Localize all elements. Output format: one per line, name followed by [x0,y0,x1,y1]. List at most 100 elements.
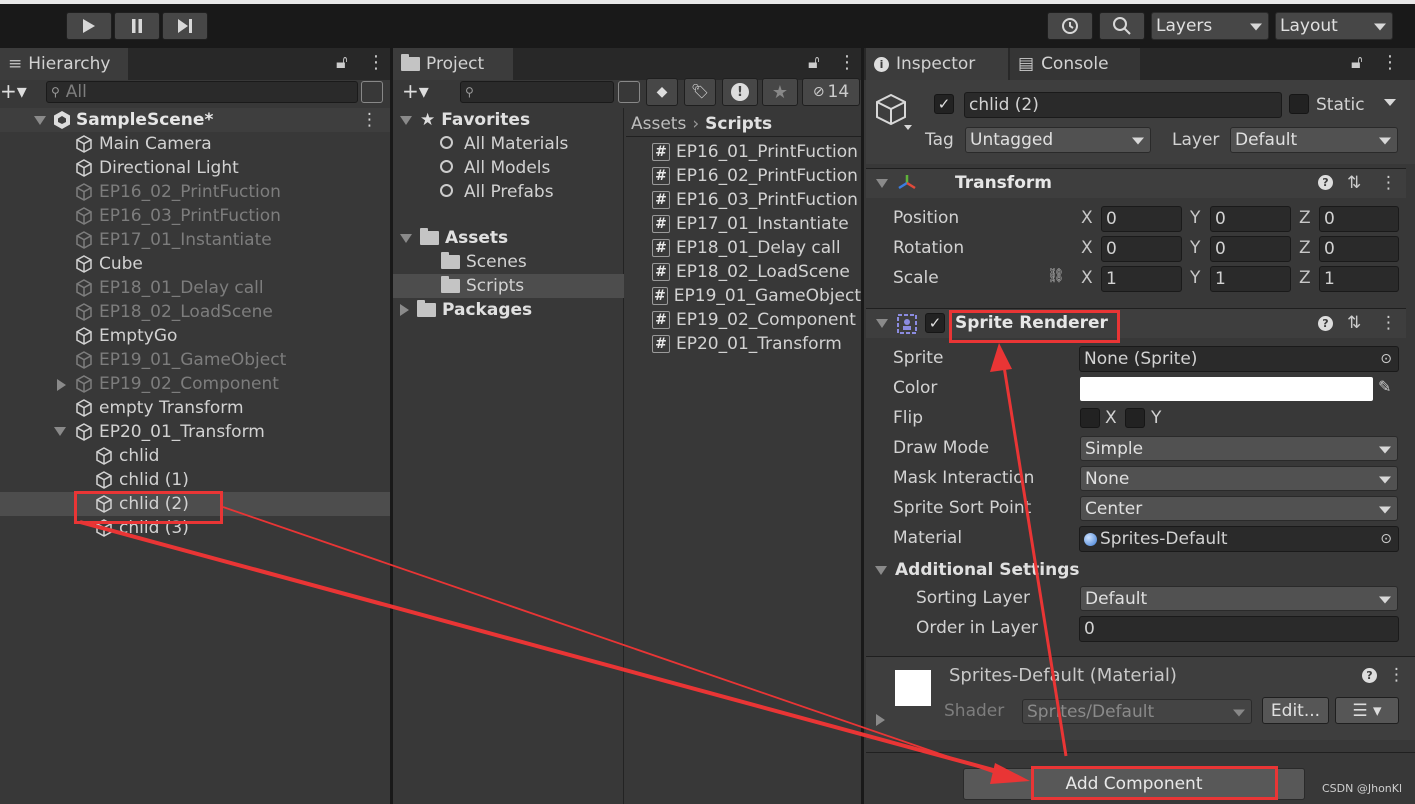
expand-arrow-icon[interactable] [54,427,66,436]
scale-y-field[interactable]: 1 [1210,266,1291,292]
script-file-item[interactable]: # EP19_02_Component [652,308,861,332]
hierarchy-search-input[interactable]: ⚲ All [46,81,358,103]
sprite-renderer-enabled-checkbox[interactable]: ✓ [925,313,945,333]
sorting-layer-dropdown[interactable]: Default [1080,586,1398,611]
hierarchy-item[interactable]: EP16_02_PrintFuction [0,180,390,204]
project-create-button[interactable]: +▾ [402,81,429,101]
component-menu-icon[interactable]: ⋮ [1380,173,1397,193]
component-menu-icon[interactable]: ⋮ [1388,665,1405,685]
help-icon[interactable]: ? [1318,316,1333,331]
material-object-field[interactable]: Sprites-Default ⊙ [1079,526,1399,552]
more-icon[interactable]: ⋮ [367,52,385,73]
edit-shader-button[interactable]: Edit... [1262,697,1329,724]
shader-dropdown[interactable]: Sprites/Default [1022,699,1252,724]
scale-x-field[interactable]: 1 [1101,266,1182,292]
scene-more-icon[interactable]: ⋮ [361,110,378,130]
script-file-item[interactable]: # EP19_01_GameObject [652,284,861,308]
sort-point-dropdown[interactable]: Center [1080,496,1398,521]
script-file-item[interactable]: # EP20_01_Transform [652,332,861,356]
layer-dropdown[interactable]: Default [1230,127,1398,153]
hidden-packages-button[interactable]: ⊘ 14 [802,78,860,106]
tag-dropdown[interactable]: Untagged [965,127,1151,153]
hierarchy-item[interactable]: empty Transform [0,396,390,420]
hierarchy-item[interactable]: EP18_02_LoadScene [0,300,390,324]
hierarchy-item[interactable]: Main Camera [0,132,390,156]
script-file-item[interactable]: # EP16_03_PrintFuction [652,188,861,212]
help-icon[interactable]: ? [1318,175,1333,190]
hierarchy-item[interactable]: EP16_03_PrintFuction [0,204,390,228]
component-menu-icon[interactable]: ⋮ [1380,313,1397,333]
chevron-down-icon[interactable] [1384,99,1396,106]
flip-y-checkbox[interactable] [1125,408,1145,428]
collapse-arrow-icon[interactable] [57,379,66,391]
favorite-button[interactable]: ★ [762,78,798,106]
shader-options-button[interactable]: ☰ ▾ [1335,697,1399,724]
pause-button[interactable] [114,12,160,40]
object-picker-icon[interactable]: ⊙ [1380,351,1392,367]
layout-dropdown[interactable]: Layout [1275,12,1393,40]
more-icon[interactable]: ⋮ [838,52,856,73]
breadcrumb-root[interactable]: Assets [631,114,686,134]
filter-type-button[interactable]: ◆ [646,78,678,106]
script-file-item[interactable]: # EP18_02_LoadScene [652,260,861,284]
flip-x-checkbox[interactable] [1080,408,1100,428]
layers-dropdown[interactable]: Layers [1151,12,1269,40]
hierarchy-item[interactable]: EP19_01_GameObject [0,348,390,372]
step-button[interactable] [162,12,208,40]
favorite-item[interactable]: All Models [440,156,550,180]
lock-icon[interactable]: 🔓︎ [336,52,348,73]
constrain-proportions-icon[interactable]: ⛓︎ [1047,268,1065,284]
help-icon[interactable]: ? [1362,668,1377,683]
script-file-item[interactable]: # EP16_01_PrintFuction [652,140,861,164]
script-file-item[interactable]: # EP17_01_Instantiate [652,212,861,236]
scale-z-field[interactable]: 1 [1319,266,1399,292]
object-picker-icon[interactable]: ⊙ [1380,531,1392,547]
favorites-row[interactable]: ★ Favorites [400,108,530,132]
static-checkbox[interactable] [1289,94,1309,114]
rotation-x-field[interactable]: 0 [1101,236,1182,262]
packages-row[interactable]: Packages [400,298,532,322]
scenes-folder-row[interactable]: Scenes [393,250,624,274]
preset-icon[interactable]: ⇅ [1347,313,1361,333]
color-field[interactable] [1080,377,1373,401]
hierarchy-item[interactable]: EP17_01_Instantiate [0,228,390,252]
assets-row[interactable]: Assets [400,226,508,250]
more-icon[interactable]: ⋮ [1381,52,1399,73]
hierarchy-item[interactable]: Cube [0,252,390,276]
project-search-input[interactable]: ⚲ [460,81,614,103]
scene-row[interactable]: SampleScene* ⋮ [0,108,390,132]
tab-inspector[interactable]: i Inspector [866,48,1008,80]
lock-icon[interactable]: 🔓︎ [808,52,820,73]
object-name-field[interactable]: chlid (2) [964,92,1282,118]
sprite-object-field[interactable]: None (Sprite) ⊙ [1079,346,1399,372]
mask-interaction-dropdown[interactable]: None [1080,466,1398,491]
position-y-field[interactable]: 0 [1210,206,1291,232]
history-button[interactable] [1047,12,1093,40]
order-in-layer-field[interactable]: 0 [1079,616,1399,642]
draw-mode-dropdown[interactable]: Simple [1080,436,1398,461]
rotation-y-field[interactable]: 0 [1210,236,1291,262]
expand-arrow-icon[interactable] [876,179,888,188]
scripts-folder-row[interactable]: Scripts [393,274,624,298]
eyedropper-icon[interactable]: ✎ [1378,377,1391,396]
expand-arrow-icon[interactable] [876,319,888,328]
script-file-item[interactable]: # EP16_02_PrintFuction [652,164,861,188]
expand-search-icon[interactable] [361,81,383,103]
hierarchy-child-item[interactable]: chlid (1) [0,468,390,492]
breadcrumb-current[interactable]: Scripts [705,114,772,134]
tab-hierarchy[interactable]: ≡ Hierarchy [0,48,128,80]
lock-icon[interactable]: 🔓︎ [1351,52,1363,73]
filter-log-button[interactable]: ! [722,78,758,106]
tab-project[interactable]: Project [393,48,513,80]
hierarchy-item[interactable]: EP18_01_Delay call [0,276,390,300]
additional-settings-foldout[interactable]: Additional Settings [875,558,1080,582]
hierarchy-create-button[interactable]: +▾ [0,81,36,102]
hierarchy-item[interactable]: Directional Light [0,156,390,180]
expand-search-icon[interactable] [618,81,640,103]
hierarchy-item[interactable]: EP20_01_Transform [0,420,390,444]
expand-arrow-icon[interactable] [876,714,885,726]
script-file-item[interactable]: # EP18_01_Delay call [652,236,861,260]
filter-label-button[interactable]: 🏷︎ [684,78,716,106]
hierarchy-item[interactable]: EmptyGo [0,324,390,348]
rotation-z-field[interactable]: 0 [1319,236,1399,262]
